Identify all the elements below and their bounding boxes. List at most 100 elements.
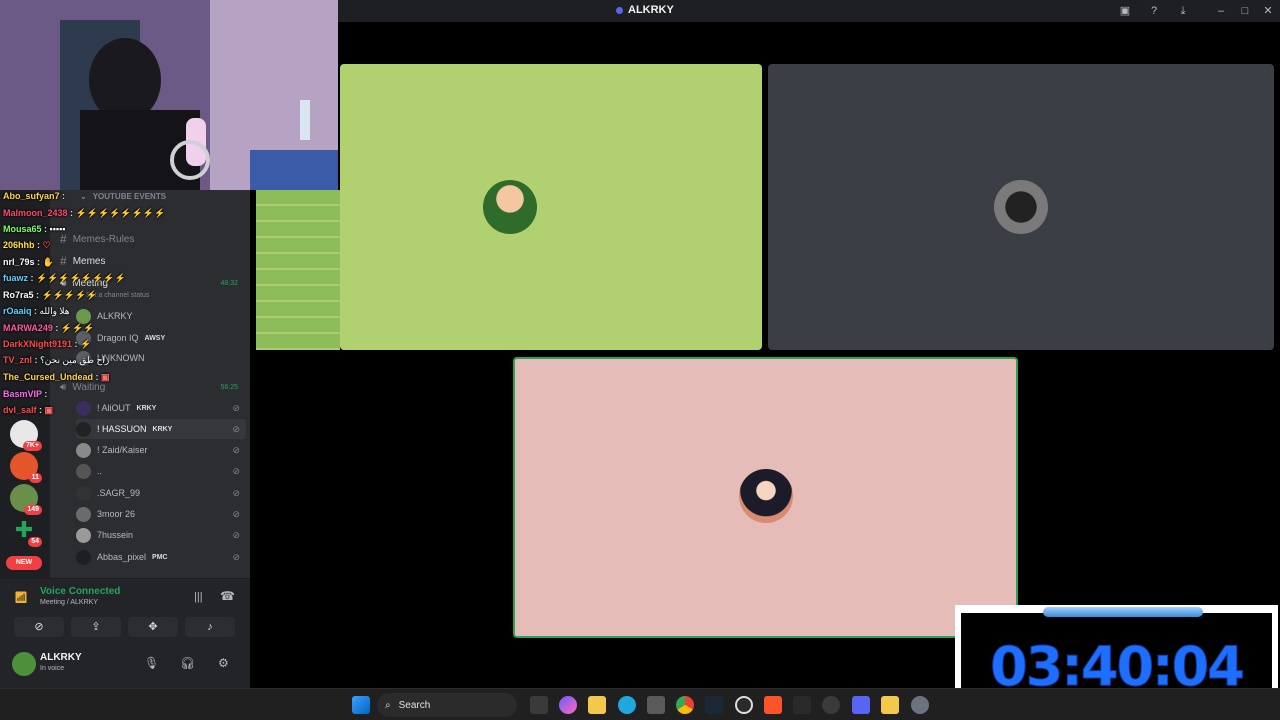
download-icon[interactable]: ⤓: [1175, 3, 1191, 19]
avatar: [76, 463, 91, 479]
user-status: In voice: [40, 665, 65, 672]
voice-user[interactable]: Abbas_pixel PMC ⊘: [76, 547, 246, 567]
voice-user[interactable]: .SAGR_99 ⊘: [76, 483, 246, 503]
speaker-icon: 🔊︎: [60, 382, 67, 393]
voice-channel-waiting[interactable]: 🔊︎ Waiting 56:25: [60, 382, 246, 393]
voice-connected-panel: 📶︎ Voice Connected Meeting / ALKRKY ||| …: [0, 578, 250, 640]
windows-taskbar: ⌕ Search: [0, 688, 1280, 720]
search-icon: ⌕: [385, 699, 391, 711]
start-icon[interactable]: [352, 696, 370, 714]
avatar: [76, 308, 91, 324]
call-timer: 56:25: [220, 384, 238, 391]
microphone-icon[interactable]: 🎙︎: [144, 656, 159, 670]
voice-user[interactable]: ALKRKY: [76, 306, 246, 326]
call-timer: 48:32: [220, 280, 238, 287]
webcam-image: [0, 0, 338, 190]
avatar: [76, 549, 91, 565]
channel-memes-rules[interactable]: # Memes-Rules: [60, 232, 134, 246]
screen-share-button[interactable]: ⇪: [71, 617, 121, 637]
store-icon[interactable]: [647, 696, 665, 714]
headphones-icon[interactable]: 🎧︎: [180, 656, 195, 670]
avatar: [76, 421, 91, 437]
deafened-icon: ⊘: [232, 423, 240, 434]
copilot-icon[interactable]: [559, 696, 577, 714]
settings-gear-icon[interactable]: [911, 696, 929, 714]
soundboard-button[interactable]: ♪: [185, 617, 235, 637]
avatar: [76, 400, 91, 416]
voice-channel-link[interactable]: Meeting / ALKRKY: [40, 599, 98, 606]
server-tag: KRKY: [136, 404, 157, 412]
deafened-icon: ⊘: [232, 487, 240, 498]
edge-icon[interactable]: [618, 696, 636, 714]
task-view-icon[interactable]: [530, 696, 548, 714]
disconnect-icon[interactable]: ☎: [220, 589, 235, 603]
webcam-feed: [0, 0, 338, 190]
server-icon[interactable]: 149: [10, 484, 42, 515]
voice-user[interactable]: .. ⊘: [76, 461, 246, 481]
deafened-icon: ⊘: [232, 508, 240, 519]
voice-user[interactable]: ! AliOUT KRKY ⊘: [76, 398, 246, 418]
participant-tile[interactable]: [768, 64, 1274, 350]
avatar: [483, 180, 537, 234]
deafened-icon: ⊘: [232, 444, 240, 455]
participant-tile[interactable]: [340, 64, 762, 350]
deafened-icon: ⊘: [232, 465, 240, 476]
deafened-icon: ⊘: [232, 402, 240, 413]
app-icon[interactable]: [793, 696, 811, 714]
app-icon[interactable]: [881, 696, 899, 714]
file-explorer-icon[interactable]: [588, 696, 606, 714]
steam-icon[interactable]: [705, 696, 723, 714]
obs-icon[interactable]: [735, 696, 753, 714]
avatar: [76, 350, 91, 366]
avatar[interactable]: [12, 652, 36, 676]
server-icon[interactable]: 7K+: [10, 420, 42, 451]
avatar: [76, 485, 91, 501]
taskbar-search[interactable]: ⌕ Search: [377, 693, 517, 717]
signal-icon[interactable]: 📶︎: [14, 591, 28, 604]
brave-icon[interactable]: [764, 696, 782, 714]
username: ALKRKY: [40, 652, 82, 663]
category-header[interactable]: ⌄ YOUTUBE EVENTS: [80, 192, 166, 201]
help-icon[interactable]: ?: [1146, 3, 1162, 19]
noise-suppression-icon[interactable]: |||: [194, 591, 203, 603]
server-tag: AWSY: [144, 334, 166, 342]
inbox-icon[interactable]: ▣: [1117, 3, 1133, 19]
voice-user[interactable]: Dragon IQ AWSY: [76, 328, 246, 348]
hash-icon: #: [60, 254, 67, 268]
voice-user[interactable]: ! Zaid/Kaiser ⊘: [76, 440, 246, 460]
discord-icon[interactable]: [852, 696, 870, 714]
maximize-icon[interactable]: □: [1237, 3, 1253, 19]
voice-status: Voice Connected: [40, 586, 121, 597]
voice-user[interactable]: 3moor 26 ⊘: [76, 504, 246, 524]
settings-gear-icon[interactable]: ⚙: [218, 656, 229, 670]
camera-button[interactable]: ⊘: [14, 617, 64, 637]
app-icon[interactable]: [822, 696, 840, 714]
activities-button[interactable]: ✥: [128, 617, 178, 637]
avatar: [739, 469, 793, 523]
server-tag: PMC: [152, 553, 168, 561]
avatar: [994, 180, 1048, 234]
voice-user[interactable]: 7hussein ⊘: [76, 525, 246, 545]
deafened-icon: ⊘: [232, 529, 240, 540]
chevron-down-icon: ⌄: [80, 192, 87, 201]
notification-badge: 149: [24, 505, 42, 515]
add-server-icon[interactable]: ✚ 54: [10, 516, 42, 547]
user-panel: ALKRKY In voice 🎙︎ 🎧︎ ⚙: [0, 640, 250, 688]
participant-tile-speaking[interactable]: [513, 357, 1018, 638]
server-icon[interactable]: 11: [10, 452, 42, 483]
voice-user[interactable]: UNKNOWN: [76, 348, 246, 368]
new-badge[interactable]: NEW: [6, 556, 42, 570]
channel-status[interactable]: Set a channel status: [86, 292, 149, 299]
close-icon[interactable]: ✕: [1260, 3, 1276, 19]
notification-badge: 7K+: [22, 441, 42, 451]
channel-memes[interactable]: # Memes: [60, 254, 105, 268]
avatar: [76, 506, 91, 522]
discord-logo-icon: [616, 6, 623, 14]
window-title: ALKRKY: [616, 4, 674, 16]
avatar: [76, 527, 91, 543]
chrome-icon[interactable]: [676, 696, 694, 714]
voice-user[interactable]: ! HASSUON KRKY ⊘: [76, 419, 246, 439]
minimize-icon[interactable]: –: [1213, 3, 1229, 19]
voice-channel-meeting[interactable]: 🔊︎ Meeting 48:32: [60, 278, 246, 289]
avatar: [76, 330, 91, 346]
